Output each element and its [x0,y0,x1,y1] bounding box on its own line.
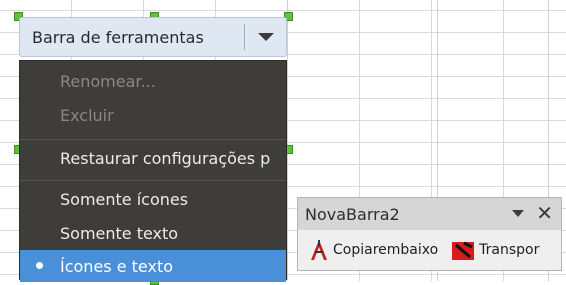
copy-down-label: Copiarembaixo [333,242,439,258]
combo-divider [244,24,245,50]
transpose-icon [452,241,475,260]
menu-separator [20,180,286,181]
floating-toolbar-body: Copiarembaixo Transpor [298,230,561,270]
menu-item-label: Restaurar configurações p [60,148,271,168]
menu-item-icons-and-text[interactable]: Ícones e texto [20,250,286,282]
menu-item-label: Renomear... [60,71,156,91]
toolbar-combo-label[interactable]: Barra de ferramentas [20,18,230,56]
radio-bullet-icon [36,262,43,269]
menu-separator [20,139,286,140]
menu-item-label: Somente ícones [60,189,189,209]
menu-item-icons-only[interactable]: Somente ícones [20,183,286,215]
menu-item-restore-settings[interactable]: Restaurar configurações p [20,142,286,174]
close-icon[interactable]: ✕ [536,203,553,223]
toolbar-menu: Renomear... Excluir Restaurar configuraç… [19,60,287,282]
menu-item-label: Somente texto [60,223,179,243]
toolbar-options-dropdown-icon[interactable] [512,209,525,217]
copy-down-icon [311,240,327,260]
menu-item-text-only[interactable]: Somente texto [20,217,286,249]
menu-item-rename[interactable]: Renomear... [20,65,286,97]
combo-dropdown-button[interactable] [246,18,286,56]
transpose-button[interactable]: Transpor [450,238,539,262]
floating-toolbar-title: NovaBarra2 [305,204,400,224]
toolbar-combo[interactable]: Barra de ferramentas [19,17,287,57]
menu-item-delete[interactable]: Excluir [20,99,286,131]
floating-toolbar-controls: ✕ [512,203,553,223]
chevron-down-icon [258,33,274,41]
menu-item-label: Ícones e texto [60,256,174,276]
floating-toolbar: NovaBarra2 ✕ Copiarembaixo Transpor [297,197,562,271]
transpose-label: Transpor [479,242,540,258]
copy-down-button[interactable]: Copiarembaixo [308,238,438,262]
menu-item-label: Excluir [60,105,114,125]
column-divider [287,0,288,281]
